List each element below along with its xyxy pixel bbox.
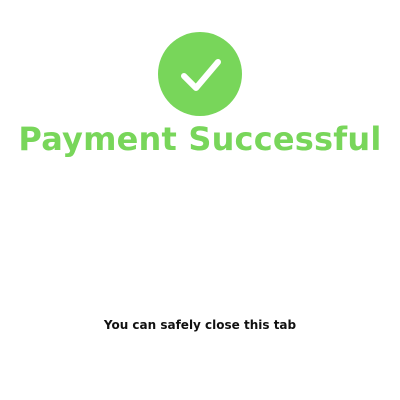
payment-success-title: Payment Successful xyxy=(18,120,382,158)
close-tab-message: You can safely close this tab xyxy=(103,318,297,332)
checkmark-circle-icon xyxy=(158,32,242,116)
checkmark-icon xyxy=(181,59,221,91)
payment-success-page: Payment Successful You can safely close … xyxy=(0,0,400,400)
